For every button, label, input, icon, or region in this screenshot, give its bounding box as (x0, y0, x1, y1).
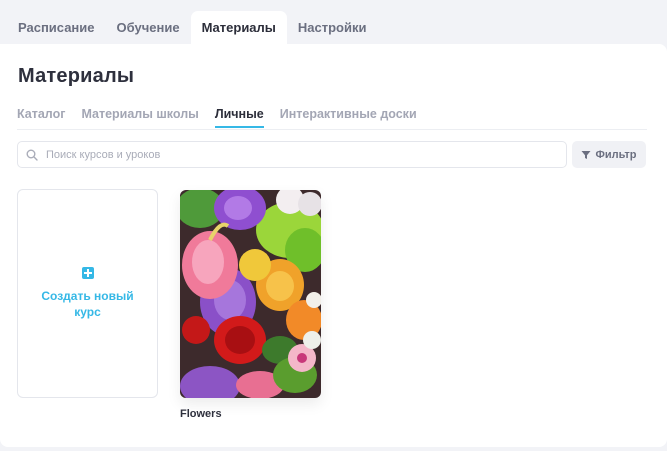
materials-panel: Материалы Каталог Материалы школы Личные… (0, 44, 667, 447)
course-title[interactable]: Flowers (180, 408, 222, 420)
filter-button[interactable]: Фильтр (572, 141, 646, 168)
funnel-icon (581, 150, 591, 160)
sub-tabs: Каталог Материалы школы Личные Интеракти… (17, 107, 417, 128)
top-tabs: Расписание Обучение Материалы Настройки (0, 0, 667, 44)
create-course-card[interactable]: Создать новый курс (17, 189, 158, 398)
tab-schedule[interactable]: Расписание (7, 11, 106, 44)
flowers-cover-image (180, 190, 321, 398)
create-course-label: Создать новый курс (41, 289, 134, 319)
subtab-personal[interactable]: Личные (214, 107, 264, 128)
page-title: Материалы (18, 65, 135, 87)
tab-settings[interactable]: Настройки (287, 11, 378, 44)
search-input[interactable] (46, 148, 526, 161)
tab-materials[interactable]: Материалы (190, 11, 287, 44)
plus-icon (81, 267, 94, 279)
subtabs-divider (17, 129, 647, 130)
tab-learning[interactable]: Обучение (106, 11, 191, 44)
subtab-school-materials[interactable]: Материалы школы (81, 107, 198, 128)
filter-label: Фильтр (595, 148, 637, 161)
subtab-catalog[interactable]: Каталог (17, 107, 65, 128)
subtab-interactive-boards[interactable]: Интерактивные доски (280, 107, 417, 128)
search-icon (26, 149, 38, 161)
course-card-cover[interactable] (180, 190, 321, 398)
search-box[interactable] (17, 141, 567, 168)
